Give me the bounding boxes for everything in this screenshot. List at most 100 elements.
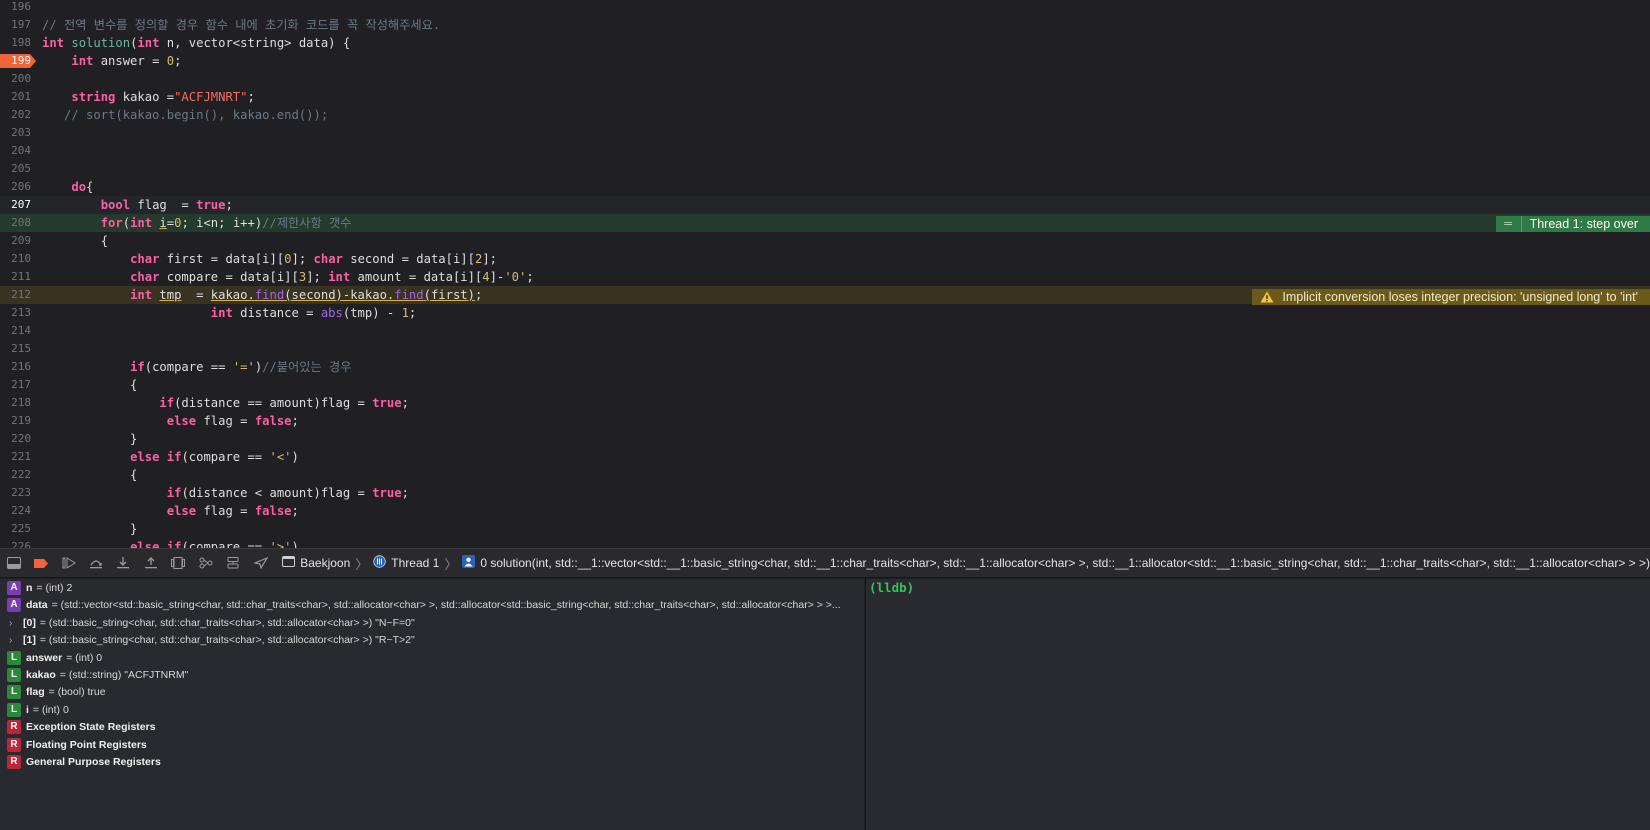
code-line[interactable]: 203 [0, 124, 1650, 142]
line-number[interactable]: 205 [0, 160, 31, 178]
code-line[interactable]: 207 bool flag = true; [0, 196, 1650, 214]
disclosure-triangle-icon[interactable]: › [9, 618, 23, 629]
line-number[interactable]: 222 [0, 466, 31, 484]
breakpoints-icon[interactable] [27, 548, 54, 578]
variable-row[interactable]: R Floating Point Registers [0, 736, 147, 754]
line-number[interactable]: 217 [0, 376, 31, 394]
line-number[interactable]: 216 [0, 358, 31, 376]
line-number[interactable]: 199 [0, 52, 31, 70]
environment-icon[interactable] [219, 548, 246, 578]
line-number[interactable]: 210 [0, 250, 31, 268]
code-line[interactable]: 213 int distance = abs(tmp) - 1; [0, 304, 1650, 322]
breadcrumb-frame[interactable]: 0 solution(int, std::__1::vector<std::__… [462, 555, 1650, 571]
line-number[interactable]: 219 [0, 412, 31, 430]
code-text[interactable]: int answer = 0; [42, 52, 181, 70]
code-line[interactable]: 202 // sort(kakao.begin(), kakao.end()); [0, 106, 1650, 124]
code-line[interactable]: 222 { [0, 466, 1650, 484]
code-line[interactable]: 204 [0, 142, 1650, 160]
code-line[interactable]: 209 { [0, 232, 1650, 250]
variable-row[interactable]: R Exception State Registers [0, 718, 156, 736]
code-line[interactable]: 218 if(distance == amount)flag = true; [0, 394, 1650, 412]
location-icon[interactable] [247, 548, 274, 578]
line-number[interactable]: 209 [0, 232, 31, 250]
code-text[interactable]: if(distance == amount)flag = true; [42, 394, 409, 412]
line-number[interactable]: 215 [0, 340, 31, 358]
code-text[interactable]: char first = data[i][0]; char second = d… [42, 250, 497, 268]
code-text[interactable]: int distance = abs(tmp) - 1; [42, 304, 416, 322]
line-number[interactable]: 212 [0, 286, 31, 304]
line-number[interactable]: 202 [0, 106, 31, 124]
disclosure-triangle-icon[interactable]: › [9, 635, 23, 646]
code-line[interactable]: 208 for(int i=0; i<n; i++)//제한사항 갯수 [0, 214, 1650, 232]
view-hierarchy-icon[interactable] [165, 548, 192, 578]
code-line[interactable]: 225 } [0, 520, 1650, 538]
code-line[interactable]: 219 else flag = false; [0, 412, 1650, 430]
code-text[interactable]: // 전역 변수를 정의할 경우 함수 내에 초기화 코드를 꼭 작성해주세요. [42, 16, 440, 34]
line-number[interactable]: 198 [0, 34, 31, 52]
memory-graph-icon[interactable] [192, 548, 219, 578]
step-into-icon[interactable] [110, 548, 137, 578]
line-number[interactable]: 206 [0, 178, 31, 196]
code-line[interactable]: 215 [0, 340, 1650, 358]
code-text[interactable]: } [42, 520, 137, 538]
code-line[interactable]: 226 else if(compare == '>') [0, 538, 1650, 548]
line-number[interactable]: 223 [0, 484, 31, 502]
variable-row[interactable]: Li = (int) 0 [0, 701, 69, 719]
line-number[interactable]: 211 [0, 268, 31, 286]
code-text[interactable]: } [42, 430, 137, 448]
code-text[interactable]: int tmp = kakao.find(second)-kakao.find(… [42, 286, 482, 304]
line-number[interactable]: 226 [0, 538, 31, 548]
line-number[interactable]: 207 [0, 196, 31, 214]
line-number[interactable]: 196 [0, 0, 31, 16]
variable-row[interactable]: Lkakao = (std::string) "ACFJTNRM" [0, 666, 188, 684]
code-text[interactable]: { [42, 376, 137, 394]
code-text[interactable]: if(compare == '=')//붙어있는 경우 [42, 358, 351, 376]
line-number[interactable]: 204 [0, 142, 31, 160]
variable-row[interactable]: › [1] = (std::basic_string<char, std::char… [0, 631, 415, 649]
code-text[interactable]: if(distance < amount)flag = true; [42, 484, 409, 502]
code-line[interactable]: 211 char compare = data[i][3]; int amoun… [0, 268, 1650, 286]
code-line[interactable]: 200 [0, 70, 1650, 88]
line-number[interactable]: 220 [0, 430, 31, 448]
code-line[interactable]: 224 else flag = false; [0, 502, 1650, 520]
code-line[interactable]: 214 [0, 322, 1650, 340]
code-line[interactable]: 205 [0, 160, 1650, 178]
code-line[interactable]: 198 int solution(int n, vector<string> da… [0, 34, 1650, 52]
code-line[interactable]: 220 } [0, 430, 1650, 448]
lldb-console[interactable]: (lldb) [865, 579, 1650, 830]
code-line[interactable]: 206 do{ [0, 178, 1650, 196]
variable-row[interactable]: An = (int) 2 [0, 579, 72, 597]
step-out-icon[interactable] [137, 548, 164, 578]
code-text[interactable]: else flag = false; [42, 502, 299, 520]
variable-row[interactable]: Lflag = (bool) true [0, 683, 106, 701]
source-editor[interactable]: 196 197 // 전역 변수를 정의할 경우 함수 내에 초기화 코드를 꼭 작… [0, 0, 1650, 548]
line-number[interactable]: 218 [0, 394, 31, 412]
code-text[interactable]: // sort(kakao.begin(), kakao.end()); [42, 106, 328, 124]
code-text[interactable]: else if(compare == '>') [42, 538, 299, 548]
variable-row[interactable]: Lanswer = (int) 0 [0, 649, 102, 667]
code-text[interactable]: else if(compare == '<') [42, 448, 299, 466]
line-number[interactable]: 208 [0, 214, 31, 232]
code-line[interactable]: 216 if(compare == '=')//붙어있는 경우 [0, 358, 1650, 376]
variable-row[interactable]: Adata = (std::vector<std::basic_string<ch… [0, 596, 841, 614]
breadcrumb-target[interactable]: Baekjoon [282, 556, 350, 570]
continue-icon[interactable] [55, 548, 82, 578]
line-number[interactable]: 225 [0, 520, 31, 538]
line-number[interactable]: 224 [0, 502, 31, 520]
variable-row[interactable]: › [0] = (std::basic_string<char, std::char… [0, 614, 415, 632]
code-text[interactable]: { [42, 466, 137, 484]
code-line[interactable]: 223 if(distance < amount)flag = true; [0, 484, 1650, 502]
line-number[interactable]: 214 [0, 322, 31, 340]
variable-row[interactable]: R General Purpose Registers [0, 753, 161, 771]
hide-panel-icon[interactable] [0, 548, 27, 578]
code-text[interactable]: else flag = false; [42, 412, 299, 430]
code-text[interactable]: for(int i=0; i<n; i++)//제한사항 갯수 [42, 214, 352, 232]
line-number[interactable]: 221 [0, 448, 31, 466]
code-line[interactable]: 217 { [0, 376, 1650, 394]
line-number[interactable]: 197 [0, 16, 31, 34]
code-line[interactable]: 221 else if(compare == '<') [0, 448, 1650, 466]
code-text[interactable]: { [42, 232, 108, 250]
variables-view[interactable]: An = (int) 2 Adata = (std::vector<std::basi… [0, 579, 864, 830]
step-over-icon[interactable] [82, 548, 109, 578]
breadcrumb-thread[interactable]: Thread 1 [373, 555, 439, 571]
